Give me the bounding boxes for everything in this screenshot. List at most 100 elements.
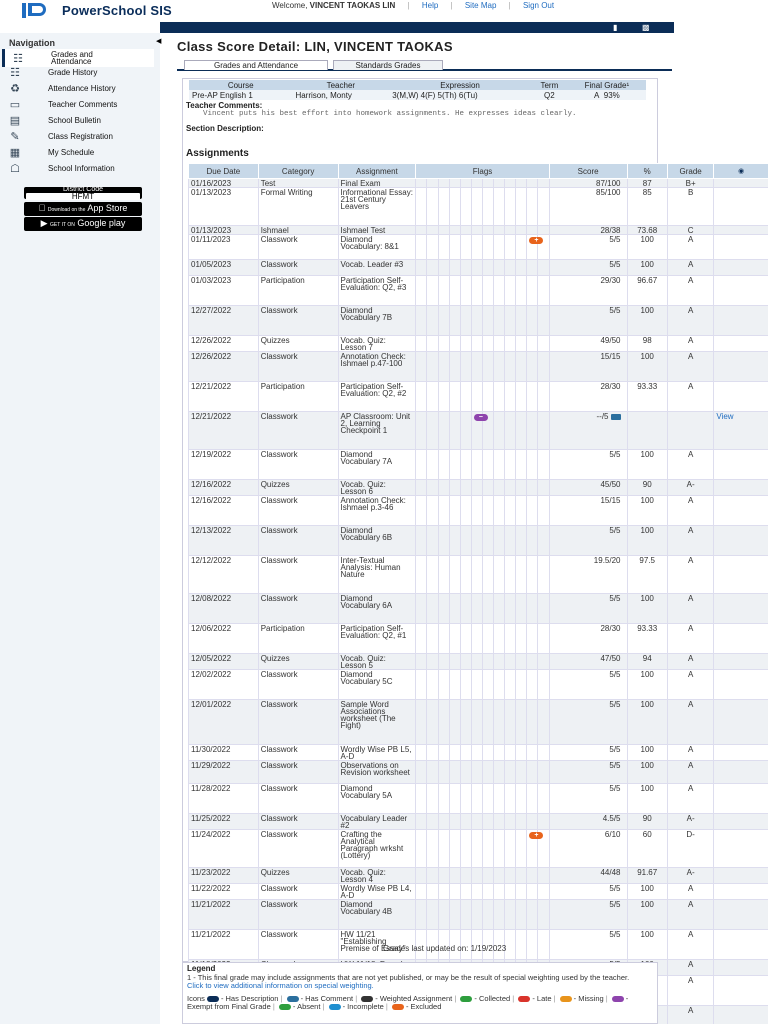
- flag-cell: [526, 867, 539, 884]
- comment-icon[interactable]: [610, 413, 621, 420]
- tab-grades-and-attendance[interactable]: Grades and Attendance: [184, 60, 328, 70]
- final-grade-letter: A: [593, 90, 600, 100]
- sidebar-item-label: Attendance History: [48, 83, 116, 93]
- flag-cell: [437, 187, 450, 226]
- flag-cell: [415, 783, 428, 814]
- school-icon: ☖: [10, 162, 20, 175]
- assignment-name-cell[interactable]: Annotation Check: Ishmael p.3-46: [337, 495, 417, 526]
- assignment-name-cell[interactable]: Informational Essay: 21st Century Leaver…: [337, 187, 417, 226]
- flag-cell: [437, 829, 450, 868]
- table-row: 12/21/2022 Classwork AP Classroom: Unit 2,…: [188, 411, 768, 450]
- due-date-cell: 12/06/2022: [188, 623, 259, 654]
- score-value: 15/15: [600, 352, 621, 361]
- table-row: 01/05/2023 Classwork Vocab. Leader #3 5/5 10…: [188, 259, 768, 276]
- powerschool-logo[interactable]: PowerSchool SIS: [22, 2, 172, 19]
- percent-header: %: [626, 163, 668, 179]
- print-icon[interactable]: ▮: [613, 23, 617, 32]
- google-play-icon: ▶: [40, 218, 48, 228]
- assignment-name-cell[interactable]: Final Exam: [337, 178, 417, 188]
- percent-cell: 100: [626, 929, 668, 960]
- legend-swatch-icon: [460, 996, 473, 1003]
- view-link[interactable]: View: [713, 411, 768, 450]
- table-row: 11/21/2022 Classwork Diamond Vocabulary 4B…: [188, 899, 768, 930]
- assignment-name-cell[interactable]: Vocab. Leader #3: [337, 259, 417, 276]
- assignment-name-cell[interactable]: Inter-Textual Analysis: Human Nature: [337, 555, 417, 594]
- sign-out-link[interactable]: Sign Out: [523, 1, 554, 10]
- assignment-name-cell[interactable]: Vocab. Quiz: Lesson 4: [337, 867, 417, 884]
- score-cell: 15/15: [548, 495, 628, 526]
- flag-cell: [470, 234, 483, 260]
- assignment-name-cell[interactable]: Ishmael Test: [337, 225, 417, 235]
- flag-cell: [437, 555, 450, 594]
- schedule-icon: ▦: [9, 146, 21, 159]
- flag-cell: [526, 669, 539, 700]
- flag-cell: [426, 744, 439, 761]
- category-cell: Quizzes: [257, 479, 339, 496]
- assignment-name-cell[interactable]: Participation Self-Evaluation: Q2, #1: [337, 623, 417, 654]
- tab-standards-grades[interactable]: Standards Grades: [333, 60, 443, 70]
- due-date-cell: 12/12/2022: [188, 555, 259, 594]
- assignment-name-cell[interactable]: Sample Word Associations worksheet (The …: [337, 699, 417, 745]
- flag-cell: [526, 744, 539, 761]
- table-row: 12/16/2022 Quizzes Vocab. Quiz: Lesson 6 45…: [188, 479, 768, 496]
- flag-cell: [526, 411, 539, 450]
- grade-cell: A: [666, 669, 715, 700]
- flag-cell: [415, 351, 428, 382]
- google-play-badge[interactable]: ▶ GET IT ON Google play: [24, 217, 142, 231]
- flag-cell: [515, 351, 528, 382]
- assignment-name-cell[interactable]: Diamond Vocabulary 6B: [337, 525, 417, 556]
- assignment-name-cell[interactable]: Vocab. Quiz: Lesson 7: [337, 335, 417, 352]
- assignment-name-cell[interactable]: Diamond Vocabulary 6A: [337, 593, 417, 624]
- notification-icon[interactable]: ▩: [642, 23, 650, 32]
- assignment-name-cell[interactable]: AP Classroom: Unit 2, Learning Checkpoin…: [337, 411, 417, 450]
- assignment-name-cell[interactable]: Vocabulary Leader #2: [337, 813, 417, 830]
- assignment-name-cell[interactable]: Diamond Vocabulary 4B: [337, 899, 417, 930]
- assignment-name-cell[interactable]: Diamond Vocabulary 7B: [337, 305, 417, 336]
- flag-cell: [481, 449, 495, 480]
- flag-cell: [504, 813, 517, 830]
- assignment-name-cell[interactable]: Diamond Vocabulary 5C: [337, 669, 417, 700]
- grade-cell: A-: [666, 867, 715, 884]
- special-weighting-link[interactable]: Click to view additional information on …: [187, 981, 374, 990]
- percent-cell: [626, 411, 668, 450]
- score-cell: 5/5: [548, 883, 628, 900]
- flag-cell: [504, 899, 517, 930]
- due-date-cell: 11/23/2022: [188, 867, 259, 884]
- course-name: Pre-AP English 1: [189, 90, 293, 100]
- flag-cell: [415, 760, 428, 784]
- flag-cell: [515, 653, 528, 670]
- flag-cell: [470, 899, 483, 930]
- legend-header-icon[interactable]: ◉: [713, 163, 768, 179]
- assignment-name-cell[interactable]: Vocab. Quiz: Lesson 5: [337, 653, 417, 670]
- assignment-name-cell[interactable]: Crafting the Analytical Paragraph wrksht…: [337, 829, 417, 868]
- assignment-name-cell[interactable]: Annotation Check: Ishmael p.47-100: [337, 351, 417, 382]
- flag-cell: [504, 259, 517, 276]
- view-cell: [713, 623, 768, 654]
- assignment-name-cell[interactable]: Participation Self-Evaluation: Q2, #3: [337, 275, 417, 306]
- flag-cell: [426, 449, 439, 480]
- assignment-name-cell[interactable]: Diamond Vocabulary: 8&1: [337, 234, 417, 260]
- flag-cell: [459, 593, 472, 624]
- assignment-name-cell[interactable]: Diamond Vocabulary 7A: [337, 449, 417, 480]
- assignment-name-cell[interactable]: Wordly Wise PB L5, A-D: [337, 744, 417, 761]
- assignment-name-cell[interactable]: Diamond Vocabulary 5A: [337, 783, 417, 814]
- flag-cell: [493, 744, 506, 761]
- sidebar-item-school-information[interactable]: ☖ School Information: [2, 159, 154, 177]
- collapse-sidebar-icon[interactable]: ◀: [156, 37, 161, 45]
- assignment-name-cell[interactable]: Participation Self-Evaluation: Q2, #2: [337, 381, 417, 412]
- score-value: 49/50: [600, 336, 621, 345]
- help-link[interactable]: Help: [422, 1, 438, 10]
- flag-cell: [459, 623, 472, 654]
- flag-cell: [448, 495, 461, 526]
- score-cell: 28/30: [548, 381, 628, 412]
- assignment-name-cell[interactable]: Vocab. Quiz: Lesson 6: [337, 479, 417, 496]
- flag-cell: [537, 178, 550, 188]
- due-date-cell: 11/29/2022: [188, 760, 259, 784]
- flag-cell: [459, 653, 472, 670]
- assignment-name-cell[interactable]: Observations on Revision worksheet: [337, 760, 417, 784]
- app-store-badge[interactable]:  Download on the App Store: [24, 202, 142, 216]
- view-cell: [713, 259, 768, 276]
- assignment-name-cell[interactable]: Wordly Wise PB L4, A-D: [337, 883, 417, 900]
- site-map-link[interactable]: Site Map: [465, 1, 497, 10]
- flag-cell: [481, 669, 495, 700]
